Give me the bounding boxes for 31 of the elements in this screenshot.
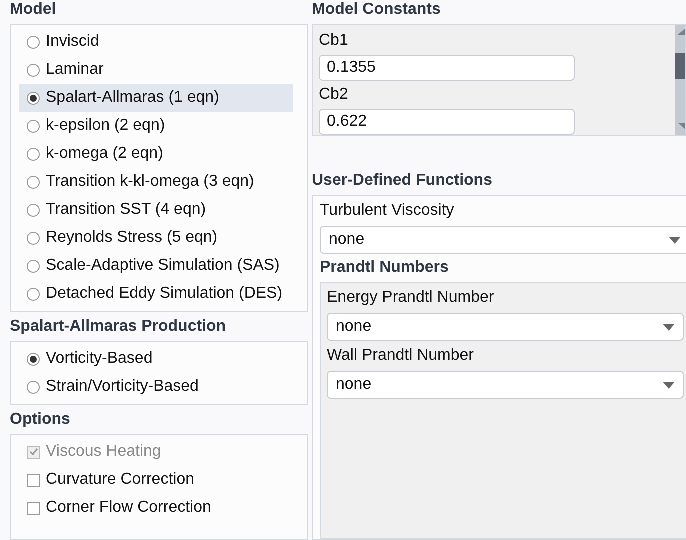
dropdown[interactable]: none (327, 371, 684, 399)
radio-label: Scale-Adaptive Simulation (SAS) (46, 256, 280, 276)
field-label: Turbulent Viscosity (320, 201, 456, 221)
radio-label: k-omega (2 eqn) (46, 144, 164, 164)
radio-label: Inviscid (46, 32, 100, 52)
section-heading: Prandtl Numbers (320, 258, 450, 278)
dropdown[interactable]: none (320, 226, 686, 254)
radio-label: Strain/Vorticity-Based (46, 377, 199, 397)
radio-label: Vorticity-Based (46, 349, 153, 369)
radio-label: Transition k-kl-omega (3 eqn) (46, 172, 254, 192)
input-field[interactable]: 0.1355 (319, 55, 575, 81)
field-label: Wall Prandtl Number (327, 346, 476, 366)
checkbox-label: Viscous Heating (46, 442, 162, 462)
input-field[interactable]: 0.622 (319, 109, 575, 135)
field-label: Energy Prandtl Number (327, 288, 496, 308)
radio-label: Detached Eddy Simulation (DES) (46, 284, 283, 304)
section-heading: User-Defined Functions (312, 171, 494, 191)
section-heading: Model (10, 0, 58, 20)
radio-label: Reynolds Stress (5 eqn) (46, 228, 218, 248)
field-label: Cb1 (319, 31, 350, 51)
radio-label: k-epsilon (2 eqn) (46, 116, 166, 136)
dropdown[interactable]: none (327, 313, 684, 341)
checkbox-label: Corner Flow Correction (46, 498, 212, 518)
section-heading: Model Constants (312, 0, 442, 20)
section-heading: Spalart-Allmaras Production (10, 317, 228, 337)
section-heading: Options (10, 410, 72, 430)
field-label: Cb2 (319, 85, 350, 105)
radio-label: Spalart-Allmaras (1 eqn) (46, 88, 220, 108)
checkbox-label: Curvature Correction (46, 470, 194, 490)
radio-label: Laminar (46, 60, 104, 80)
radio-label: Transition SST (4 eqn) (46, 200, 206, 220)
